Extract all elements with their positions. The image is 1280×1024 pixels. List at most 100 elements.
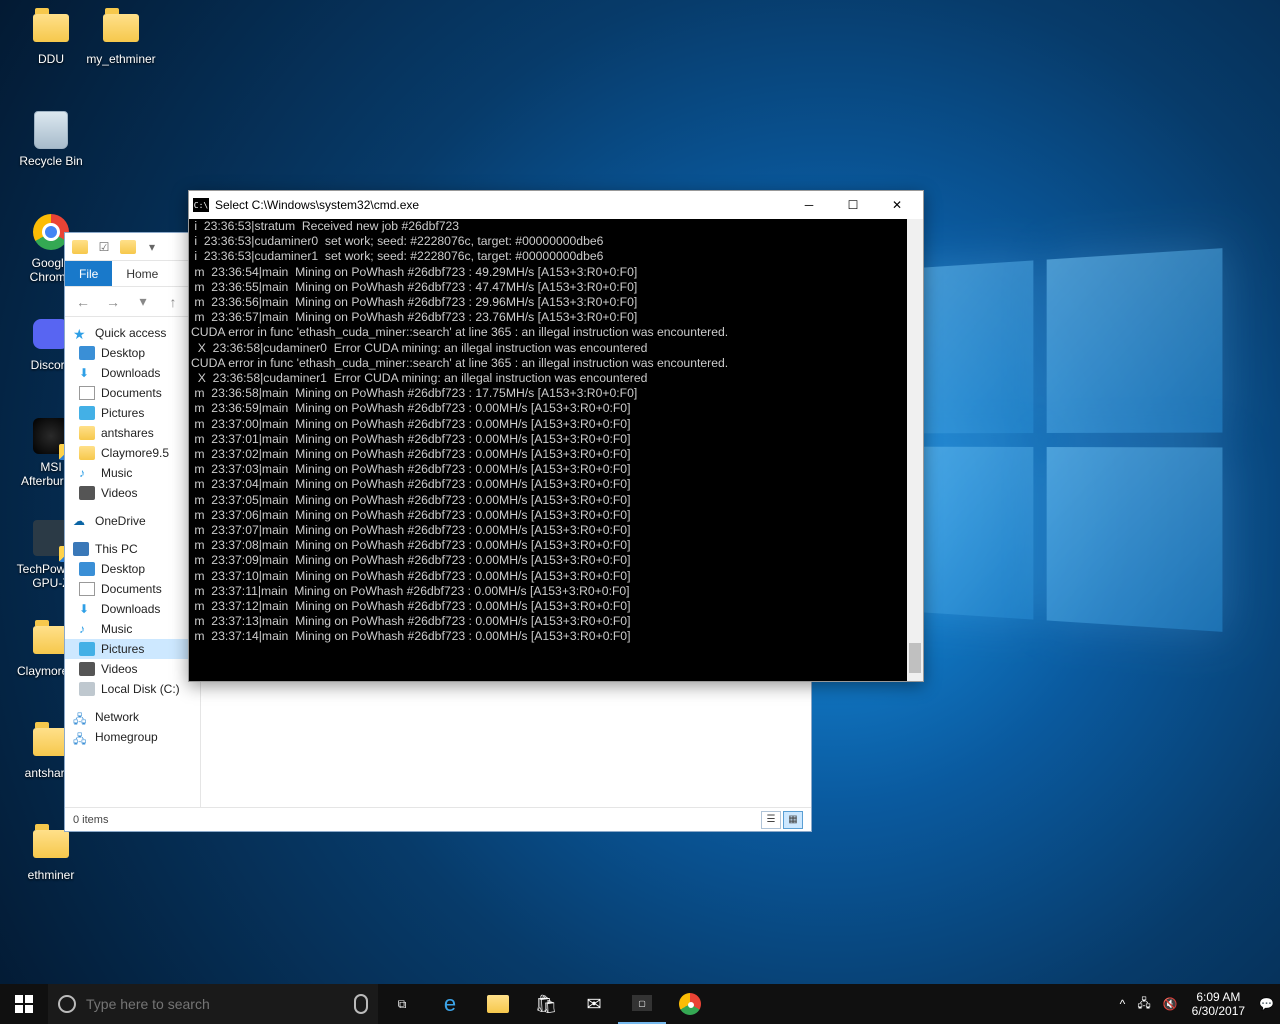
tree-item-antshares[interactable]: antshares — [65, 423, 200, 443]
tree-item-label: Downloads — [101, 366, 160, 380]
taskbar-store-icon[interactable]: 🛍 — [522, 984, 570, 1024]
tray-time: 6:09 AM — [1196, 990, 1240, 1004]
tree-item-label: Videos — [101, 486, 137, 500]
tree-item-label: This PC — [95, 542, 138, 556]
cmd-text: i 23:36:53|stratum Received new job #26d… — [191, 219, 921, 645]
tree-item-quick-access[interactable]: ★Quick access — [65, 323, 200, 343]
desk-icon — [79, 562, 95, 576]
tree-item-label: Homegroup — [95, 730, 158, 744]
mic-icon[interactable] — [354, 994, 368, 1014]
tree-item-downloads[interactable]: ⬇ Downloads — [65, 363, 200, 383]
tree-item-label: Desktop — [101, 562, 145, 576]
tree-item-label: Pictures — [101, 406, 144, 420]
tree-item-videos[interactable]: Videos — [65, 483, 200, 503]
explorer-folder-icon — [69, 236, 91, 258]
desktop-icon-ethminer[interactable]: ethminer — [16, 824, 86, 882]
tree-item-label: Documents — [101, 386, 162, 400]
qat-new-folder-icon[interactable] — [117, 236, 139, 258]
nav-back-icon[interactable]: ← — [71, 290, 95, 314]
desktop-icon-label: ethminer — [16, 868, 86, 882]
tree-item-network[interactable]: 🖧Network — [65, 707, 200, 727]
disk-icon — [79, 682, 95, 696]
pic-icon — [79, 642, 95, 656]
tree-item-onedrive[interactable]: ☁OneDrive — [65, 511, 200, 531]
minimize-button[interactable]: ─ — [787, 191, 831, 219]
tree-item-videos[interactable]: Videos — [65, 659, 200, 679]
tree-item-desktop[interactable]: Desktop — [65, 343, 200, 363]
tree-item-label: Network — [95, 710, 139, 724]
qat-properties-icon[interactable]: ☑ — [93, 236, 115, 258]
cmd-titlebar[interactable]: C:\ Select C:\Windows\system32\cmd.exe ─… — [189, 191, 923, 219]
cmd-output[interactable]: i 23:36:53|stratum Received new job #26d… — [189, 219, 923, 681]
status-item-count: 0 items — [73, 814, 108, 826]
desktop-wallpaper-windows-logo — [879, 248, 1223, 632]
tab-file[interactable]: File — [65, 261, 112, 286]
system-tray: ^ 🖧 🔇 6:09 AM 6/30/2017 💬 — [1114, 984, 1280, 1024]
tree-item-pictures[interactable]: Pictures — [65, 403, 200, 423]
taskbar-edge-icon[interactable]: e — [426, 984, 474, 1024]
task-view-button[interactable]: ⧉ — [378, 984, 426, 1024]
nav-recent-icon[interactable]: ▾ — [131, 290, 155, 314]
desktop-icon-recycle-bin[interactable]: Recycle Bin — [16, 110, 86, 168]
cortana-icon — [58, 995, 76, 1013]
tree-item-label: Documents — [101, 582, 162, 596]
tray-clock[interactable]: 6:09 AM 6/30/2017 — [1184, 984, 1253, 1024]
windows-icon — [15, 995, 33, 1013]
action-center-icon[interactable]: 💬 — [1253, 984, 1280, 1024]
taskbar-cmd-icon[interactable]: ▢ — [618, 984, 666, 1024]
cmd-scrollbar[interactable] — [907, 219, 923, 681]
video-icon — [79, 486, 95, 500]
explorer-nav-tree[interactable]: ★Quick access Desktop ⬇ Downloads Documents P… — [65, 317, 201, 807]
tree-item-desktop[interactable]: Desktop — [65, 559, 200, 579]
tree-item-label: Claymore9.5 — [101, 446, 169, 460]
cmd-icon: C:\ — [193, 198, 209, 212]
dl-icon: ⬇ — [79, 366, 95, 380]
view-icons-button[interactable]: ▦ — [783, 811, 803, 829]
tree-item-label: Music — [101, 622, 132, 636]
desktop-icon-ddu[interactable]: DDU — [16, 8, 86, 66]
folder-icon — [79, 446, 95, 460]
cmd-scroll-thumb[interactable] — [909, 643, 921, 673]
tree-item-music[interactable]: ♪Music — [65, 619, 200, 639]
taskbar-mail-icon[interactable]: ✉ — [570, 984, 618, 1024]
taskbar: ⧉ e 🛍 ✉ ▢ ^ 🖧 🔇 6:09 AM 6/30/2017 💬 — [0, 984, 1280, 1024]
od-icon: ☁ — [73, 514, 89, 528]
tray-network-icon[interactable]: 🖧 — [1131, 984, 1156, 1024]
pic-icon — [79, 406, 95, 420]
tree-item-documents[interactable]: Documents — [65, 383, 200, 403]
nav-forward-icon[interactable]: → — [101, 290, 125, 314]
tray-volume-icon[interactable]: 🔇 — [1157, 984, 1184, 1024]
pc-icon — [73, 542, 89, 556]
tree-item-this-pc[interactable]: This PC — [65, 539, 200, 559]
tree-item-documents[interactable]: Documents — [65, 579, 200, 599]
maximize-button[interactable]: ☐ — [831, 191, 875, 219]
video-icon — [79, 662, 95, 676]
tree-item-pictures[interactable]: Pictures — [65, 639, 200, 659]
taskbar-search[interactable] — [48, 984, 378, 1024]
search-input[interactable] — [86, 996, 354, 1012]
taskbar-chrome-icon[interactable] — [666, 984, 714, 1024]
taskbar-explorer-icon[interactable] — [474, 984, 522, 1024]
star-icon: ★ — [73, 326, 89, 340]
nav-up-icon[interactable]: ↑ — [161, 290, 185, 314]
tree-item-label: Desktop — [101, 346, 145, 360]
close-button[interactable]: ✕ — [875, 191, 919, 219]
music-icon: ♪ — [79, 466, 95, 480]
desktop-icon-my-ethminer[interactable]: my_ethminer — [86, 8, 156, 66]
desktop-icon-label: Recycle Bin — [16, 154, 86, 168]
tree-item-label: Videos — [101, 662, 137, 676]
tree-item-claymore9-5[interactable]: Claymore9.5 — [65, 443, 200, 463]
desktop-icon-label: my_ethminer — [86, 52, 156, 66]
view-details-button[interactable]: ☰ — [761, 811, 781, 829]
tree-item-label: antshares — [101, 426, 154, 440]
tab-home[interactable]: Home — [112, 261, 172, 286]
tree-item-local-disk-c-[interactable]: Local Disk (C:) — [65, 679, 200, 699]
tray-overflow-icon[interactable]: ^ — [1114, 984, 1132, 1024]
tree-item-label: Downloads — [101, 602, 160, 616]
tree-item-music[interactable]: ♪ Music — [65, 463, 200, 483]
start-button[interactable] — [0, 984, 48, 1024]
qat-customize-icon[interactable]: ▾ — [141, 236, 163, 258]
tree-item-downloads[interactable]: ⬇Downloads — [65, 599, 200, 619]
tree-item-label: Music — [101, 466, 132, 480]
tree-item-homegroup[interactable]: 🖧Homegroup — [65, 727, 200, 747]
